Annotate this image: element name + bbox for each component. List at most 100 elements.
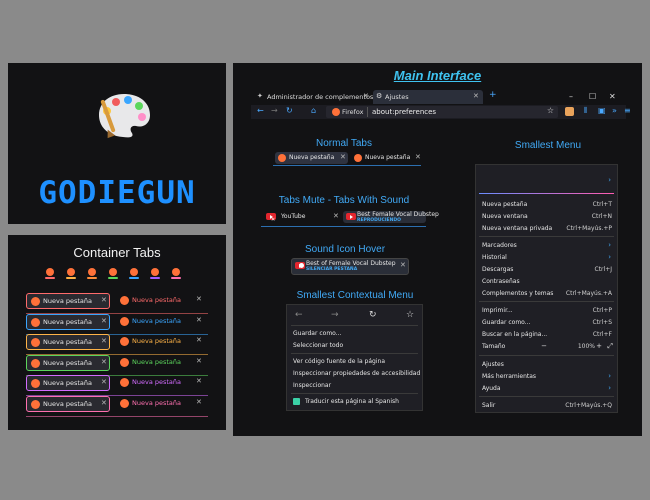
menu-item[interactable]: Contraseñas [482,278,520,285]
normal-tab[interactable]: Nueva pestaña ✕ [351,152,421,164]
ctx-inspect-a11y[interactable]: Inspeccionar propiedades de accesibilida… [293,370,420,377]
fullscreen-icon[interactable]: ⤢ [607,342,613,351]
close-icon[interactable]: ✕ [196,336,202,344]
menu-item[interactable]: Ajustes [482,361,504,368]
menu-item[interactable]: Ayuda [482,385,501,392]
container-tab[interactable]: Nueva pestaña ✕ [116,293,208,309]
container-tab-active[interactable]: Nueva pestaña ✕ [26,395,110,412]
tab-settings[interactable]: ⚙ Ajustes ✕ [373,90,483,104]
close-icon[interactable]: ✕ [473,92,479,100]
url-text[interactable]: about:preferences [372,108,436,116]
menu-item[interactable]: Tamaño [482,343,505,350]
back-icon[interactable]: ← [257,106,264,115]
close-icon[interactable]: ✕ [415,153,421,161]
reload-icon[interactable]: ↻ [286,106,293,115]
menu-item[interactable]: Historial [482,254,507,261]
menu-shortcut: Ctrl+J [594,266,612,273]
window-close-icon[interactable]: ✕ [609,92,616,101]
ctx-translate[interactable]: Traducir esta página al Spanish [305,398,399,405]
container-tab[interactable]: Nueva pestaña ✕ [116,375,208,391]
menu-item[interactable]: Guardar como... [482,319,530,326]
firefox-icon [31,379,40,388]
new-tab-button[interactable]: + [489,90,497,100]
extension-icon[interactable] [565,107,574,116]
container-tab[interactable]: Nueva pestaña ✕ [116,396,208,412]
muted-speaker-icon[interactable]: ✕ [271,217,275,223]
menu-item[interactable]: Nueva ventana [482,213,528,220]
close-icon[interactable]: ✕ [340,153,346,161]
zoom-in-icon[interactable]: + [596,342,602,350]
container-tab-active[interactable]: Nueva pestaña ✕ [26,375,110,391]
tab-label: Administrador de complementos [267,93,374,101]
close-icon[interactable]: ✕ [400,261,406,269]
ctx-inspect[interactable]: Inspeccionar [293,382,331,389]
menu-icon[interactable]: ≡ [624,106,631,115]
firefox-icon [31,399,40,409]
container-tab-active[interactable]: Nueva pestaña ✕ [26,293,110,309]
container-tab-active[interactable]: Nueva pestaña ✕ [26,354,110,371]
bookmark-star-icon[interactable]: ☆ [406,310,414,320]
sound-hover-tab[interactable]: Best of Female Vocal Dubstep SILENCIAR P… [291,258,409,275]
tab-label: Best of Female Vocal Dubstep [306,260,396,267]
close-icon[interactable]: ✕ [363,92,369,100]
ctx-view-source[interactable]: Ver código fuente de la página [293,358,385,365]
container-tab[interactable]: Nueva pestaña ✕ [116,334,208,350]
container-tab[interactable]: Nueva pestaña ✕ [116,355,208,371]
maximize-icon[interactable]: ☐ [589,92,596,101]
zoom-out-icon[interactable]: − [541,342,547,350]
tab-addons[interactable]: ✦ Administrador de complementos ✕ [255,90,374,104]
minimize-icon[interactable]: – [569,92,573,101]
menu-item[interactable]: Más herramientas [482,373,536,380]
container-tab-active[interactable]: Nueva pestaña ✕ [26,313,110,330]
menu-item[interactable]: Nueva ventana privada [482,225,552,232]
container-tab[interactable]: Nueva pestaña ✕ [116,314,208,330]
tab-label: Nueva pestaña [289,154,335,161]
close-icon[interactable]: ✕ [196,398,202,406]
container-tab-row: Nueva pestaña ✕ Nueva pestaña ✕ [24,374,212,396]
forward-icon[interactable]: → [271,106,278,115]
ctx-save-as[interactable]: Guardar como... [293,330,341,337]
library-icon[interactable]: ⫴ [584,106,587,116]
close-icon[interactable]: ✕ [101,337,107,345]
bookmark-star-icon[interactable]: ☆ [547,106,554,115]
menu-item[interactable]: Buscar en la página... [482,331,547,338]
close-icon[interactable]: ✕ [101,378,107,386]
close-icon[interactable]: ✕ [196,357,202,365]
menu-item[interactable]: Nueva pestaña [482,201,527,208]
close-icon[interactable]: ✕ [101,358,107,366]
menu-item[interactable]: Descargas [482,266,513,273]
home-icon[interactable]: ⌂ [311,106,316,115]
close-icon[interactable]: ✕ [333,212,339,220]
app-menu: › Nueva pestaña Ctrl+T Nueva ventana Ctrl+N… [475,164,618,413]
close-icon[interactable]: ✕ [196,316,202,324]
overflow-icon[interactable]: » [612,106,617,115]
close-icon[interactable]: ✕ [101,317,107,325]
url-bar[interactable]: Firefox about:preferences ☆ [326,106,558,118]
translate-icon [293,398,300,405]
menu-separator [479,236,614,237]
close-icon[interactable]: ✕ [101,399,107,407]
playing-tab[interactable]: Best Female Vocal Dubstep REPRODUCIENDO [343,211,439,223]
back-icon[interactable]: ← [295,310,303,320]
menu-item[interactable]: Imprimir... [482,307,513,314]
normal-tab-active[interactable]: Nueva pestaña ✕ [275,152,348,164]
close-icon[interactable]: ✕ [101,296,107,304]
youtube-tab[interactable]: ✕ YouTube ✕ [263,211,339,223]
close-icon[interactable]: ✕ [196,377,202,385]
container-tab-active[interactable]: Nueva pestaña ✕ [26,334,110,350]
close-icon[interactable]: ✕ [196,295,202,303]
menu-shortcut: Ctrl+N [591,213,612,220]
reload-icon[interactable]: ↻ [369,310,377,320]
container-firefox-icon [129,268,139,279]
chevron-right-icon[interactable]: › [608,176,611,184]
menu-separator [291,325,418,326]
menu-item[interactable]: Complementos y temas [482,290,553,297]
forward-icon[interactable]: → [331,310,339,320]
menu-item[interactable]: Marcadores [482,242,517,249]
speaker-icon[interactable] [299,263,304,268]
menu-separator [479,396,614,397]
ctx-select-all[interactable]: Seleccionar todo [293,342,343,349]
container-tab-row: Nueva pestaña ✕ Nueva pestaña ✕ [24,313,212,335]
menu-item[interactable]: Salir [482,402,495,409]
sidebar-icon[interactable]: ▣ [598,106,606,115]
